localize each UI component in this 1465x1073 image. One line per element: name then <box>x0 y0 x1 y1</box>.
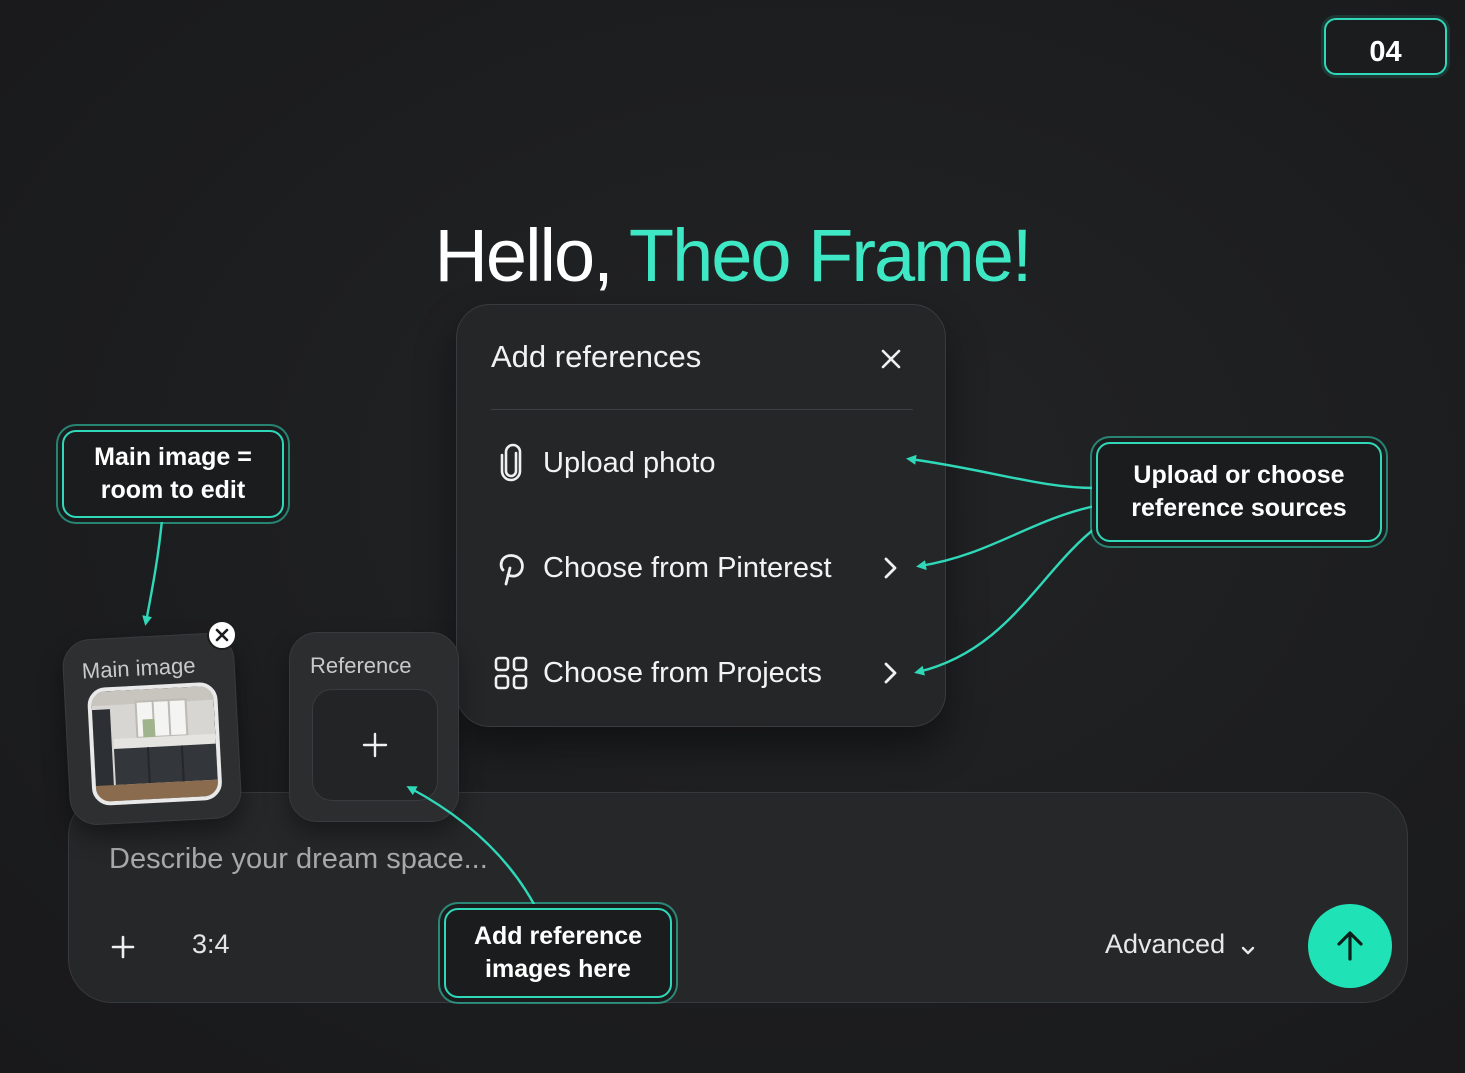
menu-item-pinterest[interactable]: Choose from Pinterest <box>491 538 911 598</box>
send-button[interactable] <box>1308 904 1392 988</box>
arrow-up-icon <box>1337 931 1363 961</box>
add-reference-button[interactable] <box>312 689 438 801</box>
menu-item-upload-photo[interactable]: Upload photo <box>491 433 911 493</box>
greeting-hello: Hello, <box>434 214 629 297</box>
main-image-card[interactable]: Main image <box>61 631 243 827</box>
arrow-to-main-image <box>142 519 164 626</box>
plus-icon <box>362 732 388 758</box>
add-icon[interactable] <box>109 933 137 961</box>
add-references-popup: Add references Upload photo Choose from … <box>456 304 946 727</box>
pinterest-icon <box>491 548 531 588</box>
menu-item-label: Upload photo <box>543 446 716 479</box>
prompt-bar: 3:4 Advanced <box>68 792 1408 1003</box>
menu-item-projects[interactable]: Choose from Projects <box>491 643 911 703</box>
menu-item-label: Choose from Projects <box>543 656 822 689</box>
paperclip-icon <box>491 443 531 483</box>
chevron-right-icon <box>879 661 901 685</box>
reference-card: Reference <box>289 632 459 822</box>
chevron-right-icon <box>879 556 901 580</box>
callout-reference-sources-text: Upload or choose reference sources <box>1131 461 1347 522</box>
menu-item-label: Choose from Pinterest <box>543 551 832 584</box>
popup-title: Add references <box>491 339 702 374</box>
callout-main-image: Main image = room to edit <box>62 430 284 518</box>
close-icon[interactable] <box>877 345 905 373</box>
stage: 04 Hello, Theo Frame! Add references Upl… <box>0 0 1465 1073</box>
advanced-label: Advanced <box>1105 929 1226 959</box>
greeting-heading: Hello, Theo Frame! <box>0 212 1465 300</box>
arrow-to-pinterest <box>916 504 1096 571</box>
advanced-dropdown[interactable]: Advanced <box>1105 929 1257 960</box>
main-image-thumbnail <box>86 681 223 807</box>
main-image-label: Main image <box>81 652 197 684</box>
grid-icon <box>491 653 531 693</box>
close-icon <box>215 628 229 642</box>
chevron-down-icon <box>1239 936 1257 954</box>
callout-main-image-text: Main image = room to edit <box>94 443 252 504</box>
callout-add-reference: Add reference images here <box>444 908 672 998</box>
callout-reference-sources: Upload or choose reference sources <box>1096 442 1382 542</box>
reference-label: Reference <box>310 653 412 678</box>
slide-number-badge: 04 <box>1324 18 1447 75</box>
popup-divider <box>491 409 913 410</box>
aspect-ratio-selector[interactable]: 3:4 <box>192 929 230 960</box>
prompt-input[interactable] <box>109 843 809 876</box>
slide-number: 04 <box>1369 36 1402 68</box>
remove-image-button[interactable] <box>207 620 237 650</box>
callout-add-reference-text: Add reference images here <box>473 922 643 983</box>
greeting-name: Theo Frame! <box>628 214 1033 297</box>
